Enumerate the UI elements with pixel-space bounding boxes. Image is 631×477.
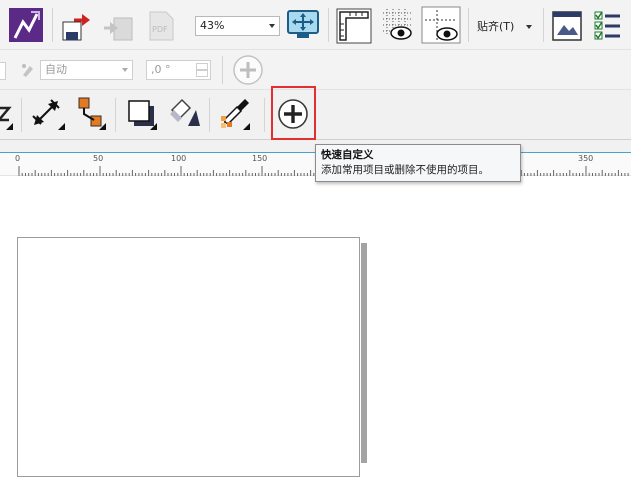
flyout-indicator-icon xyxy=(150,123,157,130)
flyout-indicator-icon xyxy=(58,123,65,130)
separator xyxy=(115,98,116,132)
transparency-tool-icon[interactable] xyxy=(168,96,202,130)
flyout-indicator-icon xyxy=(243,123,250,130)
zoom-to-fit-icon[interactable] xyxy=(287,10,319,40)
property-bar: 自动 ,0 ° xyxy=(0,50,631,90)
corel-logo-icon[interactable] xyxy=(9,8,43,42)
svg-text:PDF: PDF xyxy=(152,25,168,34)
snap-to-menu[interactable]: 贴齐(T) xyxy=(477,18,532,34)
hidden-field-edge xyxy=(0,62,6,80)
chevron-down-icon xyxy=(525,25,532,29)
dimension-tool-icon[interactable] xyxy=(31,98,61,128)
separator xyxy=(543,8,544,42)
separator xyxy=(209,98,210,132)
ruler-label-0: 0 xyxy=(15,154,21,163)
spin-down-icon[interactable] xyxy=(196,70,208,77)
page-shadow xyxy=(361,243,367,463)
chevron-down-icon xyxy=(122,68,128,72)
spin-up-icon[interactable] xyxy=(196,63,208,70)
flyout-indicator-icon xyxy=(6,123,13,130)
tooltip-description: 添加常用项目或删除不使用的项目。 xyxy=(321,164,489,176)
standard-toolbar: PDF 43% 贴齐(T) xyxy=(0,0,631,50)
flyout-indicator-icon xyxy=(99,123,106,130)
separator xyxy=(52,8,53,42)
export-icon[interactable] xyxy=(102,10,136,42)
angle-spinner[interactable]: ,0 ° xyxy=(146,60,211,80)
ruler-icon[interactable] xyxy=(336,8,372,44)
ruler-label-350: 350 xyxy=(578,154,594,163)
ruler-label-50: 50 xyxy=(93,154,104,163)
welcome-screen-icon[interactable] xyxy=(552,11,582,41)
separator xyxy=(222,56,223,84)
quick-customize-tooltip: 快速自定义 添加常用项目或删除不使用的项目。 xyxy=(315,144,521,182)
highlight-frame xyxy=(271,86,316,140)
separator xyxy=(328,8,329,42)
chevron-down-icon xyxy=(269,24,275,28)
options-checklist-icon[interactable] xyxy=(594,10,622,42)
tooltip-title: 快速自定义 xyxy=(321,149,374,161)
grid-view-icon[interactable] xyxy=(381,9,415,43)
guidelines-icon[interactable] xyxy=(421,6,461,44)
zoom-level-combo[interactable]: 43% xyxy=(195,16,280,36)
plus-circle-icon[interactable] xyxy=(232,54,264,86)
separator xyxy=(264,98,265,132)
zoom-level-value: 43% xyxy=(200,19,225,32)
snap-to-label: 贴齐(T) xyxy=(477,20,515,33)
separator xyxy=(468,8,469,42)
document-page[interactable] xyxy=(17,237,360,477)
angle-value: ,0 ° xyxy=(151,63,171,76)
pdf-icon[interactable]: PDF xyxy=(146,10,176,42)
ruler-label-100: 100 xyxy=(171,154,187,163)
fill-mode-icon xyxy=(22,64,33,77)
fill-mode-value: 自动 xyxy=(45,63,67,76)
import-icon[interactable] xyxy=(60,10,94,42)
fill-mode-select[interactable]: 自动 xyxy=(40,60,133,80)
ruler-label-150: 150 xyxy=(252,154,268,163)
separator xyxy=(21,98,22,132)
